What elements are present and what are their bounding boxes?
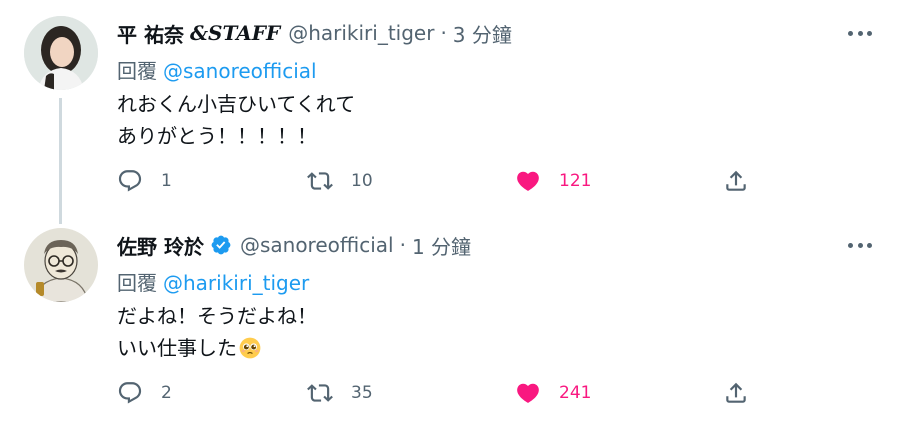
reply-context: 回覆 @harikiri_tiger	[117, 268, 874, 298]
mention-link[interactable]: @harikiri_tiger	[163, 271, 309, 295]
avatar[interactable]	[24, 16, 98, 90]
tweet-text-line: れおくん小吉ひいてくれて	[117, 92, 356, 116]
separator: ·	[440, 21, 447, 45]
retweet-button[interactable]: 35	[307, 378, 373, 408]
author-name[interactable]: 平 祐奈	[117, 19, 184, 48]
thread-connector	[59, 98, 62, 224]
tweet-actions: 1 10 121	[117, 166, 777, 196]
tweet-body: 平 祐奈 &STAFF @harikiri_tiger · 3 分鐘 回覆 @sa…	[117, 18, 874, 152]
tweet-text-line: ありがとう！！！！！	[117, 124, 317, 148]
like-button[interactable]: 121	[515, 166, 591, 196]
separator: ·	[399, 233, 406, 257]
more-options-icon[interactable]	[846, 234, 874, 256]
tweet-body: 佐野 玲於 @sanoreofficial · 1 分鐘 回覆 @harikiri…	[117, 230, 874, 364]
timestamp[interactable]: 3 分鐘	[453, 19, 512, 48]
tweet-text-line: いい仕事した	[117, 336, 237, 360]
tweet-header: 佐野 玲於 @sanoreofficial · 1 分鐘	[117, 230, 874, 260]
tweet-text: だよね！そうだよね！ いい仕事した	[117, 300, 874, 364]
tweet-actions: 2 35 241	[117, 378, 777, 408]
like-count: 121	[559, 171, 592, 191]
reply-prefix: 回覆	[117, 271, 157, 295]
like-button[interactable]: 241	[515, 378, 591, 408]
heart-filled-icon	[517, 171, 539, 191]
tweet[interactable]: 佐野 玲於 @sanoreofficial · 1 分鐘 回覆 @harikiri…	[0, 212, 898, 422]
mention-link[interactable]: @sanoreofficial	[163, 59, 317, 83]
share-button[interactable]	[723, 378, 749, 408]
tweet-text: れおくん小吉ひいてくれて ありがとう！！！！！	[117, 88, 874, 152]
more-options-icon[interactable]	[846, 22, 874, 44]
reply-count: 2	[161, 383, 172, 403]
retweet-count: 10	[351, 171, 373, 191]
retweet-icon	[307, 384, 333, 402]
like-count: 241	[559, 383, 592, 403]
verified-badge-icon	[211, 235, 231, 255]
reply-prefix: 回覆	[117, 59, 157, 83]
reply-icon	[118, 382, 142, 404]
retweet-count: 35	[351, 383, 373, 403]
author-handle[interactable]: @harikiri_tiger	[288, 21, 434, 45]
reply-icon	[118, 170, 142, 192]
reply-button[interactable]: 2	[117, 378, 172, 408]
reply-button[interactable]: 1	[117, 166, 172, 196]
author-name[interactable]: 佐野 玲於	[117, 231, 204, 260]
heart-filled-icon	[517, 383, 539, 403]
share-icon	[726, 170, 746, 191]
reply-context: 回覆 @sanoreofficial	[117, 56, 874, 86]
timestamp[interactable]: 1 分鐘	[412, 231, 471, 260]
tweet[interactable]: 平 祐奈 &STAFF @harikiri_tiger · 3 分鐘 回覆 @sa…	[0, 0, 898, 224]
retweet-icon	[307, 172, 333, 190]
avatar[interactable]	[24, 228, 98, 302]
tweet-text-line: だよね！そうだよね！	[117, 304, 317, 328]
tweet-text-line-with-emoji: いい仕事した	[117, 332, 874, 364]
author-name-suffix[interactable]: &STAFF	[190, 21, 280, 45]
author-handle[interactable]: @sanoreofficial	[240, 233, 394, 257]
share-icon	[726, 382, 746, 403]
share-button[interactable]	[723, 166, 749, 196]
reply-count: 1	[161, 171, 172, 191]
pleading-face-icon	[239, 337, 261, 359]
retweet-button[interactable]: 10	[307, 166, 373, 196]
tweet-header: 平 祐奈 &STAFF @harikiri_tiger · 3 分鐘	[117, 18, 874, 48]
